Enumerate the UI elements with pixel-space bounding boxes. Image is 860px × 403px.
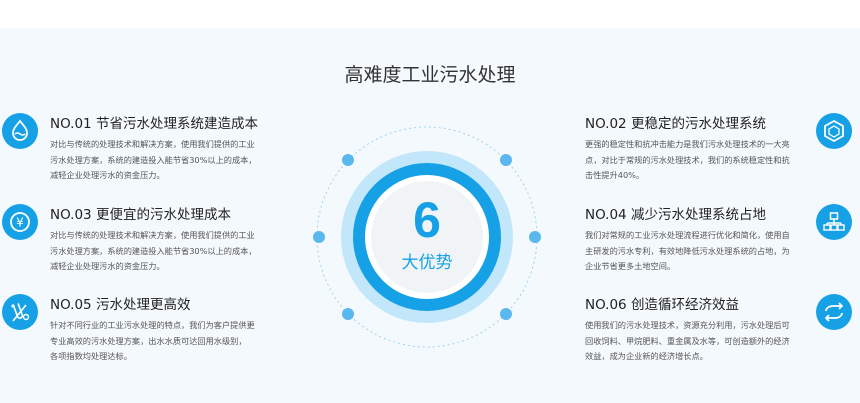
orbit-dot xyxy=(342,308,354,320)
advantage-label: 大优势 xyxy=(402,253,453,273)
orbit-dot xyxy=(500,308,512,320)
advantage-title: NO.06 创造循环经济效益 xyxy=(585,297,739,313)
advantage-item-5: NO.05 污水处理更高效 针对不同行业的工业污水处理的特点，我们为客户提供更 … xyxy=(50,296,330,365)
lab-tube-icon xyxy=(2,294,38,330)
advantage-title: NO.05 污水处理更高效 xyxy=(50,297,191,313)
advantage-item-3: NO.03 更便宜的污水处理成本 对比与传统的处理技术和解决方案，使用我们提供的… xyxy=(50,206,330,275)
yen-icon: ¥ xyxy=(2,204,38,240)
advantage-title: NO.02 更稳定的污水处理系统 xyxy=(585,116,766,132)
advantage-description: 针对不同行业的工业污水处理的特点，我们为客户提供更 专业高效的污水处理方案，出水… xyxy=(50,320,255,361)
advantage-item-6: NO.06 创造循环经济效益 使用我们的污水处理技术，资源充分利用，污水处理后可… xyxy=(585,296,860,365)
advantage-count: 6 xyxy=(413,192,441,248)
advantage-item-1: NO.01 节省污水处理系统建造成本 对比与传统的处理技术和解决方案，使用我们提… xyxy=(50,115,330,184)
orbit-dot xyxy=(500,154,512,166)
advantage-description: 更强的稳定性和抗冲击能力是我们污水处理技术的一大亮 点，对比于常规的污水处理技术… xyxy=(585,139,790,180)
advantage-description: 对比与传统的处理技术和解决方案，使用我们提供的工业 污水处理方案，系统的建造投入… xyxy=(50,139,257,180)
water-drop-icon xyxy=(2,113,38,149)
orbit-dot xyxy=(529,231,541,243)
advantage-title: NO.04 减少污水处理系统占地 xyxy=(585,207,766,223)
advantage-description: 对比与传统的处理技术和解决方案，使用我们提供的工业 污水处理方案，系统的建造投入… xyxy=(50,230,257,271)
svg-text:¥: ¥ xyxy=(16,216,24,230)
advantage-title: NO.01 节省污水处理系统建造成本 xyxy=(50,116,258,132)
advantage-title: NO.03 更便宜的污水处理成本 xyxy=(50,207,231,223)
advantage-description: 我们对常规的工业污水处理流程进行优化和简化，使用自 主研发的污水专利，有效地降低… xyxy=(585,230,790,271)
advantage-item-4: NO.04 减少污水处理系统占地 我们对常规的工业污水处理流程进行优化和简化，使… xyxy=(585,206,860,275)
orbit-dot xyxy=(342,154,354,166)
advantage-item-2: NO.02 更稳定的污水处理系统 更强的稳定性和抗冲击能力是我们污水处理技术的一… xyxy=(585,115,860,184)
advantage-description: 使用我们的污水处理技术，资源充分利用，污水处理后可 回收饲料、甲烷肥料、重金属及… xyxy=(585,320,790,361)
